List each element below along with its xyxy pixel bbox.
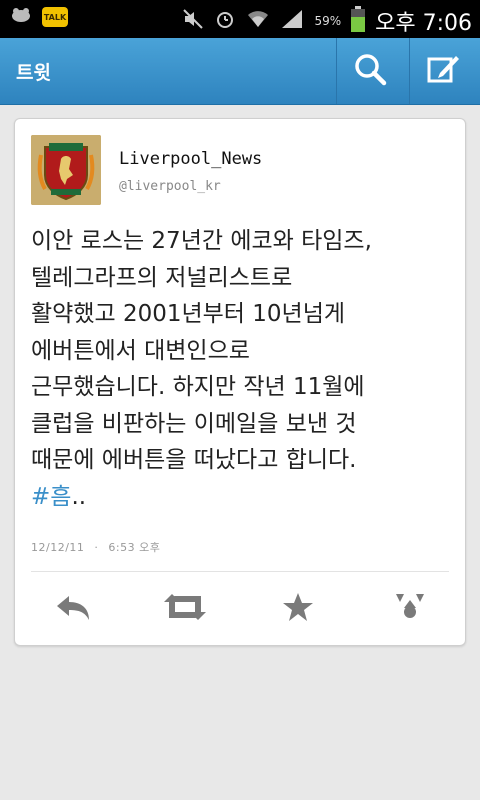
liverpool-crest-icon xyxy=(31,135,101,205)
divider xyxy=(31,571,449,572)
alarm-icon xyxy=(214,8,236,34)
signal-icon xyxy=(280,8,304,34)
tweet-line: 근무했습니다. 하지만 작년 11월에 xyxy=(31,374,365,400)
status-time: 오후 7:06 xyxy=(375,11,472,36)
meta-separator: · xyxy=(94,541,99,554)
battery-percent: 59% xyxy=(314,14,342,28)
hashtag-link[interactable]: #흠 xyxy=(31,484,71,510)
author-handle[interactable]: @liverpool_kr xyxy=(119,179,221,194)
tweet-line: 활약했고 2001년부터 10년넘게 xyxy=(31,301,346,327)
search-icon xyxy=(353,52,387,90)
avatar[interactable] xyxy=(31,135,101,205)
author-name[interactable]: Liverpool_News xyxy=(119,149,262,169)
mute-icon xyxy=(182,8,204,34)
status-bar: TALK 59% 오후 7:06 xyxy=(0,0,480,38)
retweet-button[interactable] xyxy=(160,589,210,629)
tweet-date: 12/12/11 xyxy=(31,541,85,554)
tweet-timestamp: 12/12/11 · 6:53 오후 xyxy=(31,539,160,555)
retweet-icon xyxy=(162,592,208,626)
wifi-icon xyxy=(246,9,270,33)
battery-icon xyxy=(351,6,366,36)
search-button[interactable] xyxy=(337,38,403,104)
tweet-text: 이안 로스는 27년간 에코와 타임즈, 텔레그라프의 저널리스트로 활약했고 … xyxy=(31,223,456,515)
more-icon xyxy=(392,590,428,628)
more-actions-button[interactable] xyxy=(385,589,435,629)
tweet-line: 때문에 에버튼을 떠났다고 합니다. xyxy=(31,447,357,473)
tweet-line: 이안 로스는 27년간 에코와 타임즈, xyxy=(31,228,372,254)
favorite-button[interactable] xyxy=(273,589,323,629)
compose-icon xyxy=(426,52,460,90)
reply-icon xyxy=(53,592,93,626)
tweet-line: 에버튼에서 대변인으로 xyxy=(31,337,250,364)
tweet-line: 텔레그라프의 저널리스트로 xyxy=(31,264,293,291)
tweet-time: 6:53 오후 xyxy=(108,541,161,554)
app-bar: 트윗 xyxy=(0,38,480,105)
android-notification-icon xyxy=(10,6,32,28)
tweet-line: #흠.. xyxy=(31,479,456,516)
tweet-line: 클럽을 비판하는 이메일을 보낸 것 xyxy=(31,410,357,437)
compose-button[interactable] xyxy=(410,38,476,104)
page-title: 트윗 xyxy=(16,62,51,84)
reply-button[interactable] xyxy=(48,589,98,629)
kakaotalk-icon: TALK xyxy=(42,7,68,27)
star-icon xyxy=(282,591,314,627)
tweet-trailing: .. xyxy=(71,483,87,510)
tweet-card: Liverpool_News @liverpool_kr 이안 로스는 27년간… xyxy=(14,118,466,646)
